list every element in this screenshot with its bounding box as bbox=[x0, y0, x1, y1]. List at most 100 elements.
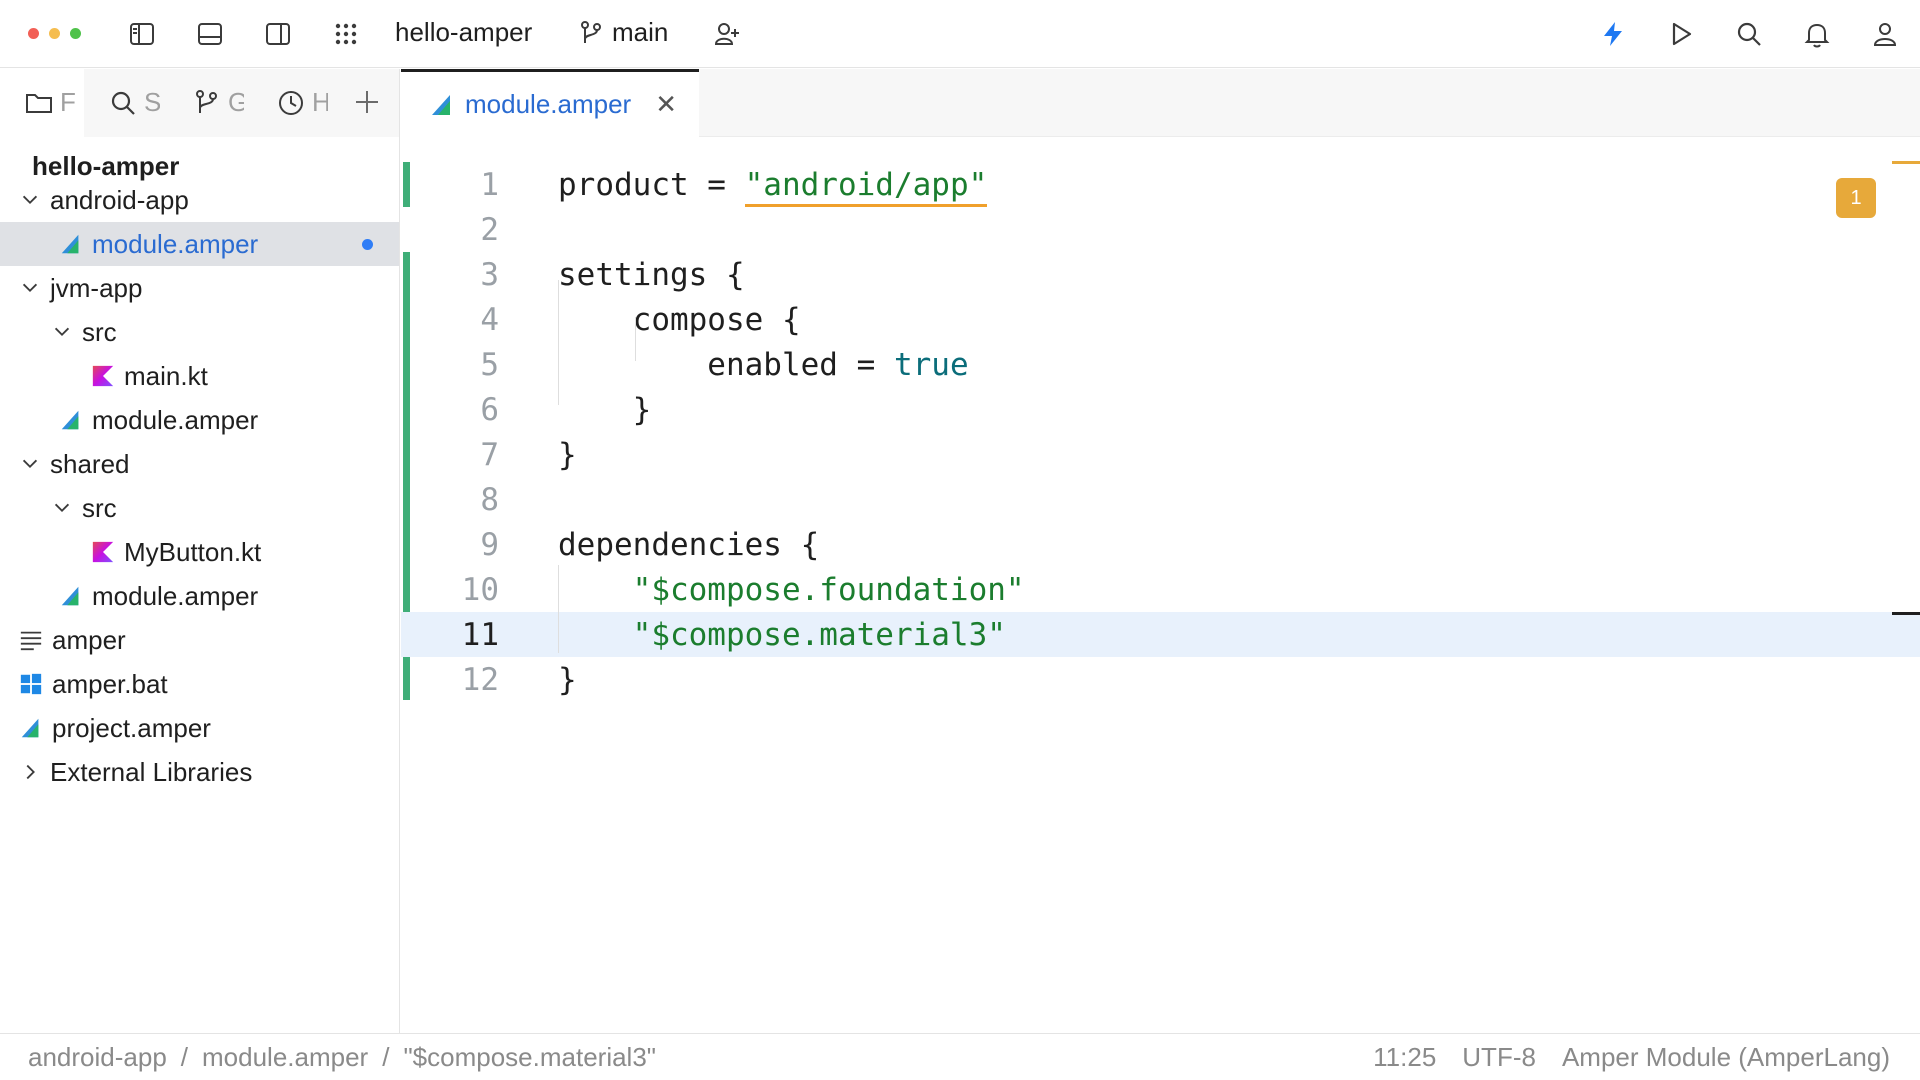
tree-item[interactable]: module.amper bbox=[0, 398, 400, 442]
code-line[interactable]: 4 compose { bbox=[401, 297, 1920, 342]
code-line[interactable]: 10 "$compose.foundation" bbox=[401, 567, 1920, 612]
tree-item-label: jvm-app bbox=[50, 272, 143, 303]
run-icon[interactable] bbox=[1665, 18, 1697, 50]
tab-search-label: S bbox=[144, 87, 160, 117]
breadcrumb-separator: / bbox=[382, 1042, 390, 1072]
tree-item[interactable]: src bbox=[0, 310, 400, 354]
tree-item[interactable]: jvm-app bbox=[0, 266, 400, 310]
user-profile-icon[interactable] bbox=[1869, 18, 1901, 50]
line-number: 11 bbox=[461, 616, 499, 653]
code-line[interactable]: 12} bbox=[401, 657, 1920, 702]
tab-project[interactable]: F bbox=[24, 87, 76, 118]
amper-file-icon bbox=[58, 407, 84, 433]
tree-item-label: amper bbox=[52, 624, 126, 655]
file-type[interactable]: Amper Module (AmperLang) bbox=[1562, 1042, 1890, 1073]
tree-item[interactable]: amper bbox=[0, 618, 400, 662]
status-bar: android-app / module.amper / "$compose.m… bbox=[0, 1033, 1920, 1080]
tree-item-label: module.amper bbox=[92, 228, 259, 259]
plus-icon bbox=[356, 91, 378, 113]
code-line[interactable]: 1 product = "android/app" bbox=[401, 162, 1920, 207]
chevron-down-icon[interactable] bbox=[18, 276, 42, 300]
tab-search[interactable]: S bbox=[108, 87, 160, 118]
code-text: product = "android/app" bbox=[558, 166, 988, 207]
code-line[interactable]: 2 bbox=[401, 207, 1920, 252]
code-editor[interactable]: 1 product = "android/app" 2 3 settings {4 co… bbox=[401, 137, 1920, 1033]
notifications-bell-icon[interactable] bbox=[1801, 18, 1833, 50]
window-controls bbox=[28, 28, 81, 39]
close-tab-icon[interactable]: ✕ bbox=[655, 89, 677, 120]
chevron-right-icon[interactable] bbox=[18, 760, 42, 784]
tree-item-label: External Libraries bbox=[50, 756, 253, 787]
tree-item-label: android-app bbox=[50, 184, 189, 215]
tree-item-label: MyButton.kt bbox=[124, 536, 262, 567]
branch-selector[interactable]: main bbox=[578, 17, 668, 48]
editor-tab-label: module.amper bbox=[465, 89, 632, 119]
tree-item[interactable]: module.amper bbox=[0, 222, 399, 266]
breadcrumb: android-app / module.amper / "$compose.m… bbox=[28, 1042, 656, 1073]
editor-tab-module-amper[interactable]: module.amper ✕ bbox=[401, 69, 699, 137]
tree-item-label: module.amper bbox=[92, 404, 259, 435]
tab-history[interactable]: H bbox=[276, 87, 328, 118]
tree-item[interactable]: android-app bbox=[0, 178, 400, 222]
tab-git[interactable]: G bbox=[192, 87, 244, 118]
tree-item[interactable]: amper.bat bbox=[0, 662, 400, 706]
code-line[interactable]: 6 } bbox=[401, 387, 1920, 432]
bottom-panel-toggle-icon[interactable] bbox=[194, 18, 226, 50]
chevron-down-icon[interactable] bbox=[50, 320, 74, 344]
code-text: } bbox=[558, 436, 577, 473]
tree-item-label: src bbox=[82, 316, 117, 347]
project-tree: hello-amper android-app module.amper jvm-a… bbox=[0, 137, 400, 1033]
code-line[interactable]: 3 settings { bbox=[401, 252, 1920, 297]
windows-batch-icon bbox=[18, 671, 44, 697]
project-selector[interactable]: hello-amper bbox=[395, 17, 532, 48]
add-user-icon[interactable] bbox=[711, 18, 743, 50]
minimize-window-button[interactable] bbox=[49, 28, 60, 39]
breadcrumb-item[interactable]: module.amper bbox=[202, 1042, 368, 1073]
chevron-down-icon[interactable] bbox=[50, 496, 74, 520]
breadcrumb-item[interactable]: android-app bbox=[28, 1042, 167, 1073]
line-number: 10 bbox=[461, 571, 499, 608]
chevron-down-icon[interactable] bbox=[18, 188, 42, 212]
code-line[interactable]: 7} bbox=[401, 432, 1920, 477]
code-text: } bbox=[558, 391, 652, 428]
zoom-window-button[interactable] bbox=[70, 28, 81, 39]
breadcrumb-item[interactable]: "$compose.material3" bbox=[403, 1042, 656, 1073]
git-branch-icon bbox=[196, 89, 217, 113]
tree-item[interactable]: External Libraries bbox=[0, 750, 400, 794]
add-tab-button[interactable] bbox=[352, 87, 382, 117]
code-line[interactable]: 9 dependencies { bbox=[401, 522, 1920, 567]
search-icon[interactable] bbox=[1733, 18, 1765, 50]
warning-count-badge[interactable]: 1 bbox=[1836, 178, 1876, 218]
tree-item-label: shared bbox=[50, 448, 130, 479]
lightning-icon[interactable] bbox=[1597, 18, 1629, 50]
chevron-down-icon[interactable] bbox=[18, 452, 42, 476]
tab-git-label: G bbox=[228, 87, 244, 117]
caret-scroll-marker bbox=[1892, 612, 1920, 615]
right-panel-toggle-icon[interactable] bbox=[262, 18, 294, 50]
close-window-button[interactable] bbox=[28, 28, 39, 39]
code-text: compose { bbox=[558, 301, 801, 338]
line-number: 2 bbox=[480, 211, 499, 248]
cursor-position[interactable]: 11:25 bbox=[1373, 1042, 1436, 1073]
indent-guide bbox=[635, 317, 636, 361]
tree-item-label: src bbox=[82, 492, 117, 523]
tree-item[interactable]: MyButton.kt bbox=[0, 530, 400, 574]
kotlin-file-icon bbox=[90, 539, 116, 565]
left-panel-toggle-icon[interactable] bbox=[126, 18, 158, 50]
tool-window-tabs: F S G H bbox=[0, 69, 400, 137]
code-line[interactable]: 11 "$compose.material3" bbox=[401, 612, 1920, 657]
file-encoding[interactable]: UTF-8 bbox=[1462, 1042, 1536, 1073]
tree-item[interactable]: module.amper bbox=[0, 574, 400, 618]
tree-item[interactable]: main.kt bbox=[0, 354, 400, 398]
tree-item[interactable]: project.amper bbox=[0, 706, 400, 750]
line-number: 8 bbox=[480, 481, 499, 518]
tree-item[interactable]: src bbox=[0, 486, 400, 530]
main-menu-grid-icon[interactable] bbox=[330, 18, 362, 50]
tree-item-label: amper.bat bbox=[52, 668, 168, 699]
code-line[interactable]: 8 bbox=[401, 477, 1920, 522]
warning-scroll-marker[interactable] bbox=[1892, 161, 1920, 164]
kotlin-file-icon bbox=[90, 363, 116, 389]
tree-item[interactable]: shared bbox=[0, 442, 400, 486]
code-line[interactable]: 5 enabled = true bbox=[401, 342, 1920, 387]
title-bar: hello-amper main bbox=[0, 0, 1920, 68]
